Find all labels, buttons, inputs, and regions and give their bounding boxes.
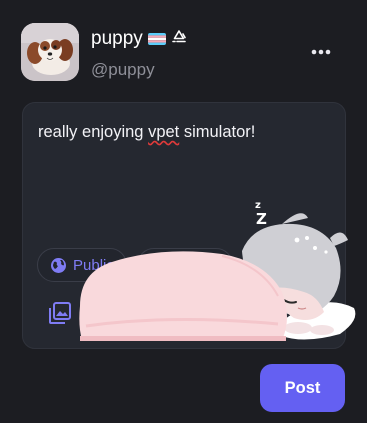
visibility-public-button[interactable]: Public [37,248,127,282]
avatar[interactable] [21,23,79,81]
add-media-button[interactable] [49,302,71,324]
post-option-button[interactable] [137,248,233,282]
post-text-input[interactable]: really enjoying vpet simulator! [38,123,255,142]
visibility-label: Public [73,256,114,274]
post-button[interactable]: Post [260,364,345,412]
more-options-button[interactable] [308,42,334,62]
globe-icon [51,257,66,273]
post-composer-card[interactable]: really enjoying vpet simulator! Public [22,102,346,349]
transgender-flag-icon [147,33,166,45]
misspelled-word: vpet [148,123,180,141]
recycle-symbol-icon [171,29,187,50]
dog-avatar-image [21,23,79,81]
user-handle: @puppy [91,60,155,79]
display-name-row: puppy [91,28,187,50]
more-dots-icon [311,49,331,55]
post-text-part: simulator! [179,123,256,141]
post-composer-screen: puppy @puppy really enjoying vpet simula… [0,0,367,423]
image-gallery-icon [49,302,71,324]
display-name[interactable]: puppy [91,28,143,50]
post-text-part: really enjoying [38,123,149,141]
